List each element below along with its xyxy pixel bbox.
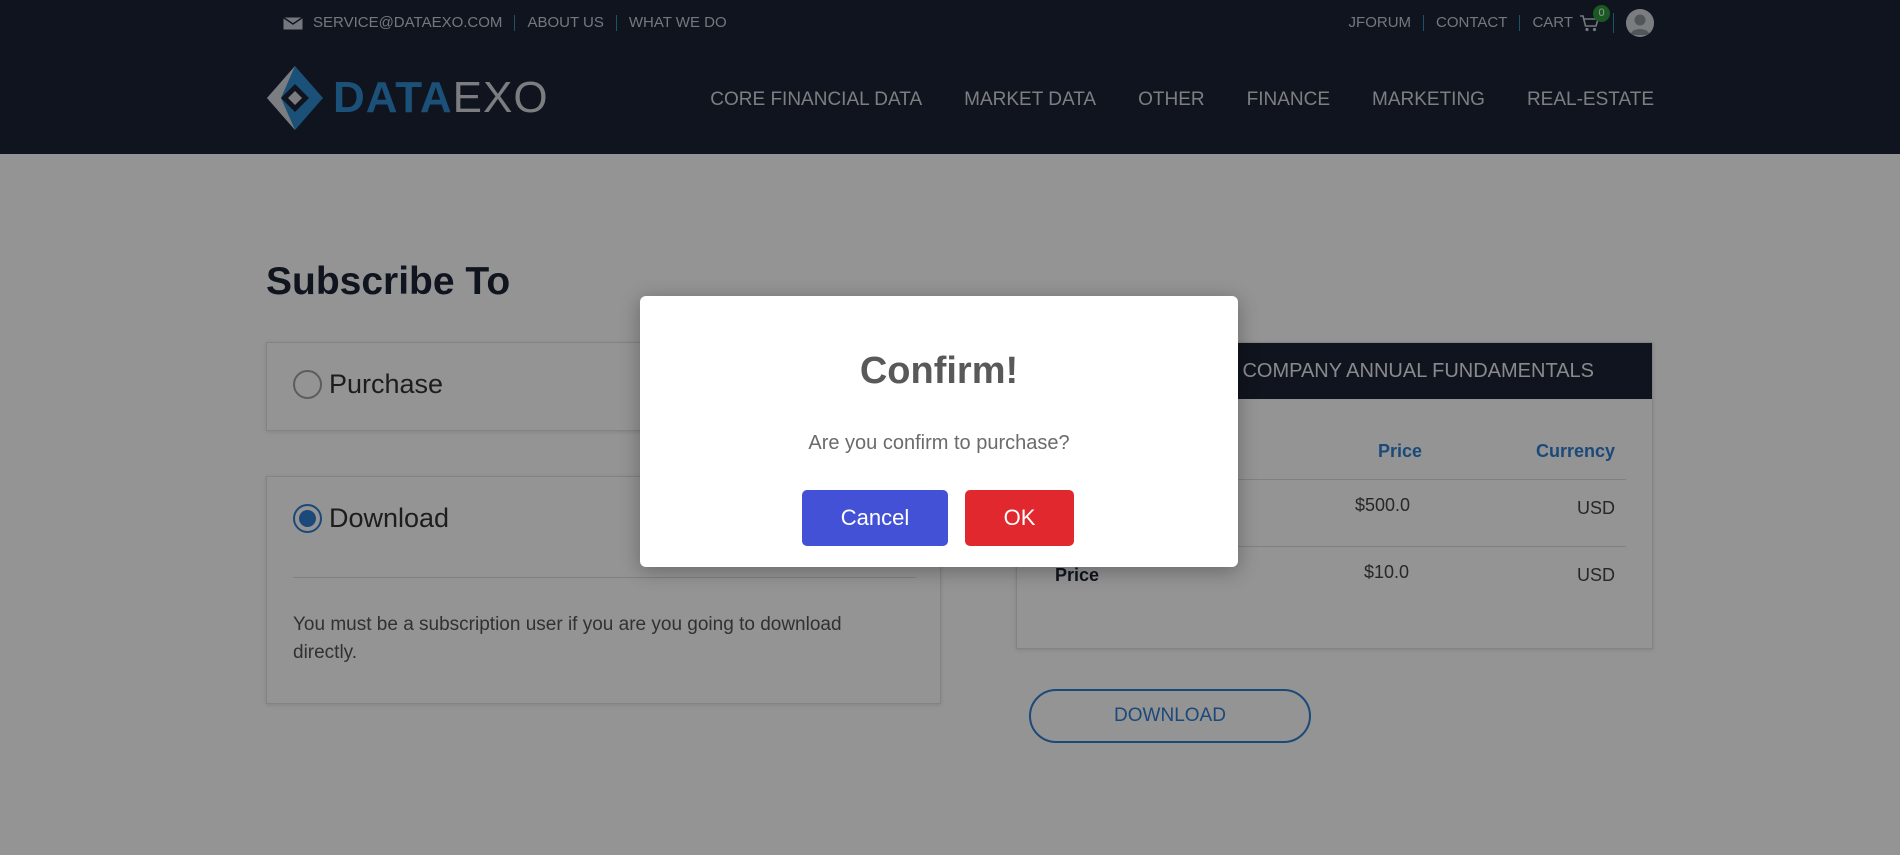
ok-button[interactable]: OK — [965, 490, 1074, 546]
dialog-message: Are you confirm to purchase? — [808, 432, 1070, 454]
dialog-title: Confirm! — [859, 350, 1019, 392]
cancel-button[interactable]: Cancel — [802, 490, 948, 546]
confirm-dialog: Confirm! Are you confirm to purchase? Ca… — [640, 296, 1238, 567]
